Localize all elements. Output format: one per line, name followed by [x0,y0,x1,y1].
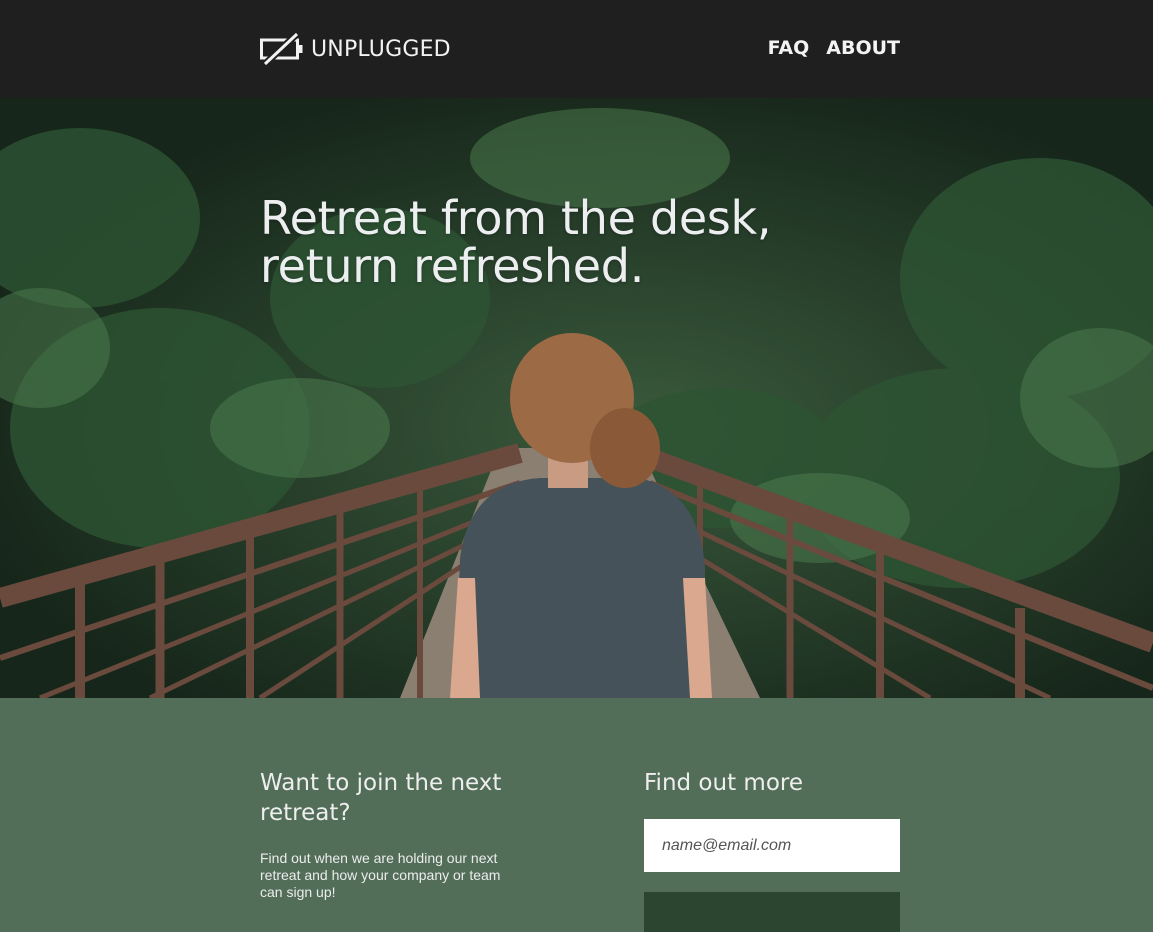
hero-headline: Retreat from the desk, return refreshed. [260,191,772,293]
brand-logo-link[interactable]: UNPLUGGED [260,32,451,66]
battery-slash-icon [260,32,303,66]
hero-section: Retreat from the desk, return refreshed. [0,98,1153,698]
signup-section: Want to join the next retreat? Find out … [0,698,1153,932]
hero-headline-line-1: Retreat from the desk, [260,191,772,245]
brand-name: UNPLUGGED [311,36,451,62]
email-input[interactable] [644,819,900,872]
nav-link-faq[interactable]: FAQ [768,37,810,59]
site-header: UNPLUGGED FAQ ABOUT [0,0,1153,98]
join-block: Want to join the next retreat? Find out … [260,768,560,901]
find-out-more-heading: Find out more [644,770,803,796]
find-out-more-block: Find out more [644,768,900,932]
main-nav: FAQ ABOUT [768,37,900,59]
join-heading: Want to join the next retreat? [260,770,502,826]
submit-button[interactable] [644,892,900,932]
forest-bridge-photo [0,98,1153,698]
nav-link-about[interactable]: ABOUT [826,37,900,59]
join-description: Find out when we are holding our next re… [260,850,501,900]
hero-headline-line-2: return refreshed. [260,239,645,293]
